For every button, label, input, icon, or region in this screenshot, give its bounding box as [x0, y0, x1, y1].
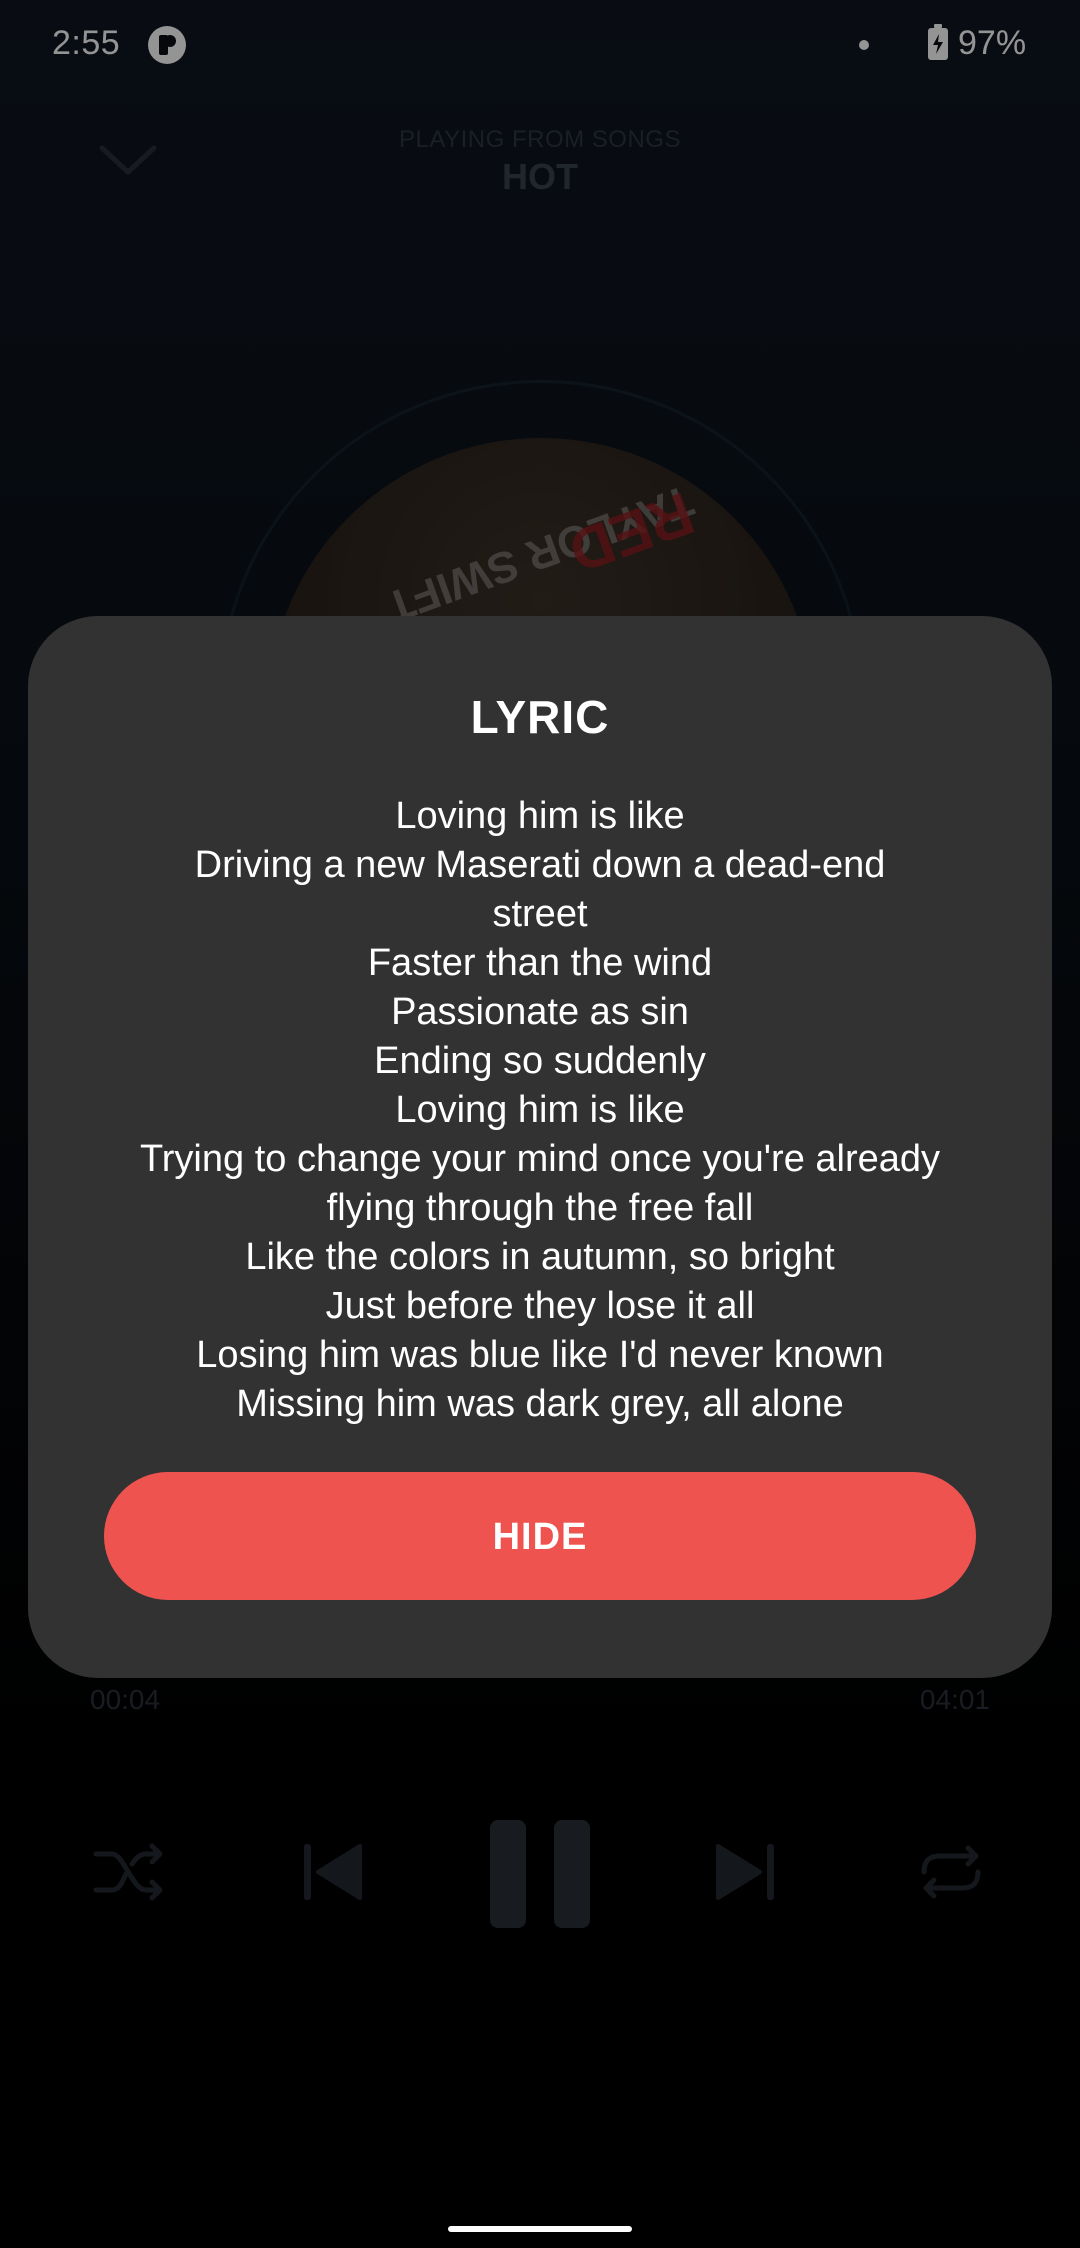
lyric-line: Losing him was blue like I'd never known: [196, 1334, 884, 1376]
lyric-line: Loving him is like: [395, 1089, 685, 1131]
lyric-line: street: [492, 893, 588, 935]
lyrics-text: Loving him is like Driving a new Maserat…: [88, 792, 992, 1429]
lyric-line: Loving him is like: [395, 795, 685, 837]
lyric-line: flying through the free fall: [326, 1187, 754, 1229]
home-indicator[interactable]: [448, 2226, 632, 2232]
lyric-line: Like the colors in autumn, so bright: [245, 1236, 835, 1278]
lyric-line: Trying to change your mind once you're a…: [139, 1138, 941, 1180]
lyric-line: Just before they lose it all: [325, 1285, 755, 1327]
lyric-line: Missing him was dark grey, all alone: [236, 1383, 844, 1425]
screen: 2:55 97% PLAYING FROM SONGS HOT TAYLOR S…: [0, 0, 1080, 2248]
lyric-line: Passionate as sin: [391, 991, 689, 1033]
lyric-dialog: LYRIC Loving him is like Driving a new M…: [28, 616, 1052, 1678]
lyric-line: Faster than the wind: [367, 942, 713, 984]
lyric-line: Driving a new Maserati down a dead-end: [194, 844, 886, 886]
dialog-title: LYRIC: [470, 691, 610, 743]
lyric-line: Ending so suddenly: [374, 1040, 706, 1082]
hide-button[interactable]: HIDE: [104, 1472, 976, 1600]
